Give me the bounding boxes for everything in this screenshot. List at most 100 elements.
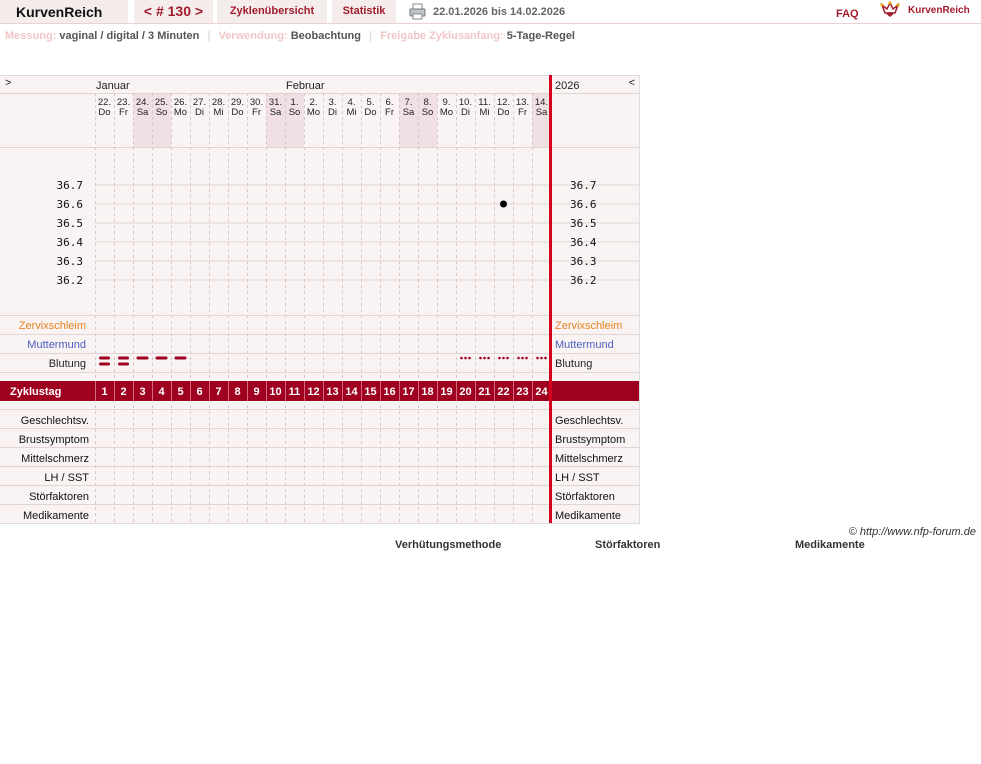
measure-value: vaginal / digital / 3 Minuten — [59, 30, 200, 42]
row-label-right[interactable]: Störfaktoren — [555, 491, 615, 503]
month-label-february: Februar — [286, 80, 325, 92]
bleeding-spotting-dot — [521, 356, 524, 360]
day-weekday-label: Mi — [479, 107, 489, 118]
day-weekday-label: Di — [328, 107, 337, 118]
cycle-day-number: 18 — [421, 386, 433, 398]
bleeding-heavy-mark — [99, 362, 110, 366]
row-label-right[interactable]: LH / SST — [555, 472, 600, 484]
temp-tick-right: 36.2 — [570, 274, 597, 287]
release-value: 5-Tage-Regel — [506, 30, 575, 42]
legend-disturbances: Störfaktoren — [595, 539, 661, 551]
cycle-day-number: 19 — [440, 386, 452, 398]
cycle-day-label: Zyklustag — [10, 386, 61, 398]
cycle-day-number: 4 — [158, 386, 165, 398]
release-label: Freigabe Zyklusanfang: — [380, 30, 504, 42]
temp-tick-left: 36.5 — [57, 217, 84, 230]
row-label-right[interactable]: Mittelschmerz — [555, 453, 623, 465]
temperature-point[interactable] — [500, 200, 507, 208]
collapse-right-toggle[interactable]: < — [629, 77, 635, 89]
printer-icon[interactable] — [409, 3, 426, 20]
temp-tick-left: 36.2 — [57, 274, 84, 287]
day-weekday-label: Do — [231, 107, 243, 118]
cycle-day-number: 9 — [253, 386, 259, 398]
measure-label: Messung: — [5, 30, 57, 42]
cycle-nav-label[interactable]: < # 130 > — [134, 3, 213, 19]
day-weekday-label: Mo — [307, 107, 320, 118]
row-label-left[interactable]: Brustsymptom — [19, 434, 89, 446]
legend-medication: Medikamente — [795, 539, 865, 551]
row-label-right[interactable]: Muttermund — [555, 339, 614, 351]
tab-cycle-overview-label[interactable]: Zyklenübersicht — [217, 5, 327, 17]
cycle-day-number: 24 — [535, 386, 548, 398]
row-label-left[interactable]: Störfaktoren — [29, 491, 89, 503]
cycle-day-number: 1 — [101, 386, 107, 398]
top-bar: KurvenReich < # 130 > Zyklenübersicht St… — [0, 0, 981, 24]
bleeding-spotting-dot — [498, 356, 501, 360]
cycle-day-number: 7 — [215, 386, 221, 398]
row-label-left[interactable]: Zervixschleim — [19, 320, 86, 332]
separator: | — [207, 30, 211, 42]
row-label-right[interactable]: Zervixschleim — [555, 320, 622, 332]
day-weekday-label: Do — [98, 107, 110, 118]
bleeding-heavy-mark — [99, 356, 110, 360]
cycle-navigator[interactable]: < # 130 > — [134, 0, 213, 23]
row-label-right[interactable]: Geschlechtsv. — [555, 415, 623, 427]
bleeding-spotting-dot — [536, 356, 539, 360]
cycle-day-number: 5 — [177, 386, 183, 398]
day-weekday-label: So — [156, 107, 168, 118]
temp-tick-right: 36.5 — [570, 217, 597, 230]
faq-link[interactable]: FAQ — [836, 8, 859, 20]
row-label-left[interactable]: Muttermund — [27, 339, 86, 351]
cycle-day-number: 20 — [459, 386, 471, 398]
expand-left-toggle[interactable]: > — [5, 77, 11, 89]
row-label-left[interactable]: Medikamente — [23, 510, 89, 522]
row-label-left[interactable]: Geschlechtsv. — [21, 415, 89, 427]
copyright: © http://www.nfp-forum.de — [848, 526, 976, 538]
month-label-january: Januar — [96, 80, 130, 92]
cycle-day-number: 14 — [345, 386, 358, 398]
tab-cycle-overview[interactable]: Zyklenübersicht — [217, 0, 327, 23]
cycle-day-number: 3 — [139, 386, 145, 398]
cycle-day-number: 13 — [326, 386, 338, 398]
cycle-day-number: 22 — [497, 386, 509, 398]
day-weekday-label: Do — [364, 107, 376, 118]
logo-text[interactable]: KurvenReich — [908, 5, 970, 16]
bleeding-normal-mark — [136, 356, 149, 360]
tab-statistics[interactable]: Statistik — [332, 0, 396, 23]
bleeding-spotting-dot — [487, 356, 490, 360]
cycle-chart: > <Januar Februar 202622.Do23.Fr24.Sa25.So2… — [0, 75, 640, 524]
temp-tick-right: 36.4 — [570, 236, 597, 249]
info-line: Messung: vaginal / digital / 3 Minuten |… — [5, 30, 575, 42]
bleeding-spotting-dot — [460, 356, 463, 360]
row-label-left[interactable]: LH / SST — [44, 472, 89, 484]
app-title: KurvenReich — [16, 4, 103, 20]
separator: | — [369, 30, 373, 42]
app-title-box: KurvenReich — [0, 0, 128, 23]
date-range: 22.01.2026 bis 14.02.2026 — [433, 6, 566, 18]
temp-tick-right: 36.6 — [570, 198, 597, 211]
bleeding-spotting-dot — [525, 356, 528, 360]
row-label-right[interactable]: Blutung — [555, 358, 592, 370]
bleeding-spotting-dot — [544, 356, 547, 360]
day-weekday-label: Sa — [403, 107, 415, 118]
tab-statistics-label[interactable]: Statistik — [332, 5, 396, 17]
row-label-right[interactable]: Medikamente — [555, 510, 621, 522]
day-weekday-label: Mo — [174, 107, 187, 118]
row-label-left[interactable]: Mittelschmerz — [21, 453, 89, 465]
day-weekday-label: Mi — [213, 107, 223, 118]
row-label-left[interactable]: Blutung — [49, 358, 86, 370]
row-label-right[interactable]: Brustsymptom — [555, 434, 625, 446]
bleeding-spotting-dot — [483, 356, 486, 360]
day-weekday-label: Sa — [270, 107, 282, 118]
cycle-day-number: 17 — [402, 386, 414, 398]
year-label: 2026 — [555, 80, 579, 92]
day-weekday-label: Do — [497, 107, 509, 118]
bleeding-spotting-dot — [464, 356, 467, 360]
bleeding-normal-mark — [155, 356, 168, 360]
temp-tick-right: 36.7 — [570, 179, 597, 192]
cycle-day-number: 10 — [269, 386, 281, 398]
cycle-end-line — [549, 75, 552, 524]
cycle-day-number: 16 — [383, 386, 395, 398]
cycle-day-number: 6 — [196, 386, 202, 398]
temp-tick-right: 36.3 — [570, 255, 597, 268]
